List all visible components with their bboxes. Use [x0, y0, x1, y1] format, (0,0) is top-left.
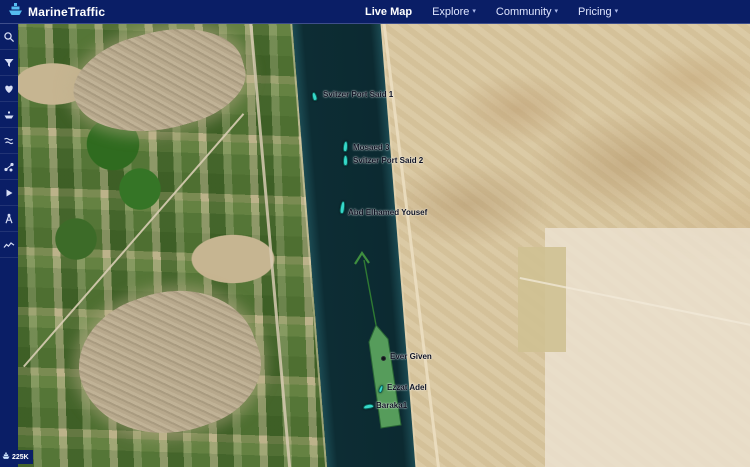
favorites-tool-button[interactable] [0, 76, 18, 102]
top-nav-bar: MarineTraffic Live Map Explore ▾ Communi… [0, 0, 750, 24]
brand-ship-icon [8, 3, 23, 21]
filter-icon [3, 57, 15, 69]
vessel-count: 225K [12, 454, 29, 461]
brand-logo[interactable]: MarineTraffic [8, 3, 105, 21]
vessel-label-ever-given[interactable]: Ever Given [390, 352, 432, 361]
chevron-down-icon: ▾ [555, 8, 559, 15]
waypoints-tool-button[interactable] [0, 154, 18, 180]
search-icon [3, 31, 15, 43]
chevron-down-icon: ▾ [472, 8, 476, 15]
ship-icon [3, 109, 15, 121]
play-icon [3, 187, 15, 199]
nav-explore[interactable]: Explore ▾ [432, 6, 476, 18]
main-area: 225K Ever Given Svitzer Port Said 1Mosae [0, 24, 750, 467]
marinetraffic-app: MarineTraffic Live Map Explore ▾ Communi… [0, 0, 750, 467]
heart-icon [3, 83, 15, 95]
sand-patch [518, 247, 566, 352]
wind-icon [3, 135, 15, 147]
live-map[interactable]: Ever Given Svitzer Port Said 1 Mosaed 3 Sv… [18, 24, 750, 467]
nav-pricing[interactable]: Pricing ▾ [578, 6, 618, 18]
vessel-label-abd-elhamed-yousef[interactable]: Abd Elhamed Yousef [348, 208, 427, 217]
measure-compass-icon [3, 213, 15, 225]
chevron-down-icon: ▾ [615, 8, 619, 15]
density-wave-icon [3, 239, 15, 251]
vessel-marker-svitzer-port-said-2[interactable] [343, 155, 348, 166]
measure-tool-button[interactable] [0, 206, 18, 232]
vessel-label-ezzat-adel[interactable]: Ezzat Adel [387, 383, 427, 392]
waypoints-icon [3, 161, 15, 173]
nav-live-map[interactable]: Live Map [365, 6, 412, 18]
filters-tool-button[interactable] [0, 50, 18, 76]
vessel-label-baraka1[interactable]: Baraka1 [376, 401, 407, 410]
map-toolbar [0, 24, 18, 467]
vessel-label-svitzer-port-said-2[interactable]: Svitzer Port Said 2 [353, 156, 423, 165]
search-tool-button[interactable] [0, 24, 18, 50]
light-sand-region [545, 228, 750, 467]
nav-community[interactable]: Community ▾ [496, 6, 558, 18]
brand-name: MarineTraffic [28, 5, 105, 19]
density-maps-tool-button[interactable] [0, 232, 18, 258]
playback-tool-button[interactable] [0, 180, 18, 206]
main-nav: Live Map Explore ▾ Community ▾ Pricing ▾ [365, 0, 618, 23]
badge-ship-icon [2, 452, 10, 462]
wind-tool-button[interactable] [0, 128, 18, 154]
ever-given-position-dot[interactable] [381, 356, 386, 361]
vessel-count-badge[interactable]: 225K [0, 450, 33, 464]
vessel-label-svitzer-port-said-1[interactable]: Svitzer Port Said 1 [323, 90, 393, 99]
vessel-label-mosaed-3[interactable]: Mosaed 3 [353, 143, 389, 152]
vessels-tool-button[interactable] [0, 102, 18, 128]
desert-dunes [388, 24, 750, 259]
